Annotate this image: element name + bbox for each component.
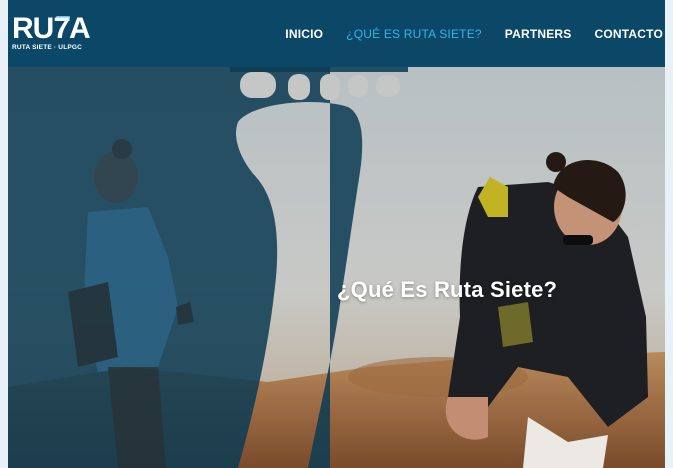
nav-item-que-es-ruta-siete[interactable]: ¿QUÉ ES RUTA SIETE? [346, 27, 482, 41]
nav-item-partners[interactable]: PARTNERS [505, 27, 572, 41]
hero-banner: ¿Qué Es Ruta Siete? [8, 67, 665, 468]
page-frame: RU7A RUTA SIETE · ULPGC INICIO ¿QUÉ ES R… [8, 0, 665, 468]
logo-text: RU7A [12, 12, 91, 45]
hero-title: ¿Qué Es Ruta Siete? [337, 276, 558, 302]
nav-item-inicio[interactable]: INICIO [285, 27, 323, 41]
main-nav: INICIO ¿QUÉ ES RUTA SIETE? PARTNERS CONT… [262, 0, 663, 67]
nav-item-contacto[interactable]: CONTACTO [595, 27, 664, 41]
logo-subtitle: RUTA SIETE · ULPGC [12, 44, 83, 51]
hero-photo [8, 67, 665, 468]
navbar: RU7A RUTA SIETE · ULPGC INICIO ¿QUÉ ES R… [8, 0, 665, 67]
site-logo[interactable]: RU7A RUTA SIETE · ULPGC [12, 14, 92, 56]
